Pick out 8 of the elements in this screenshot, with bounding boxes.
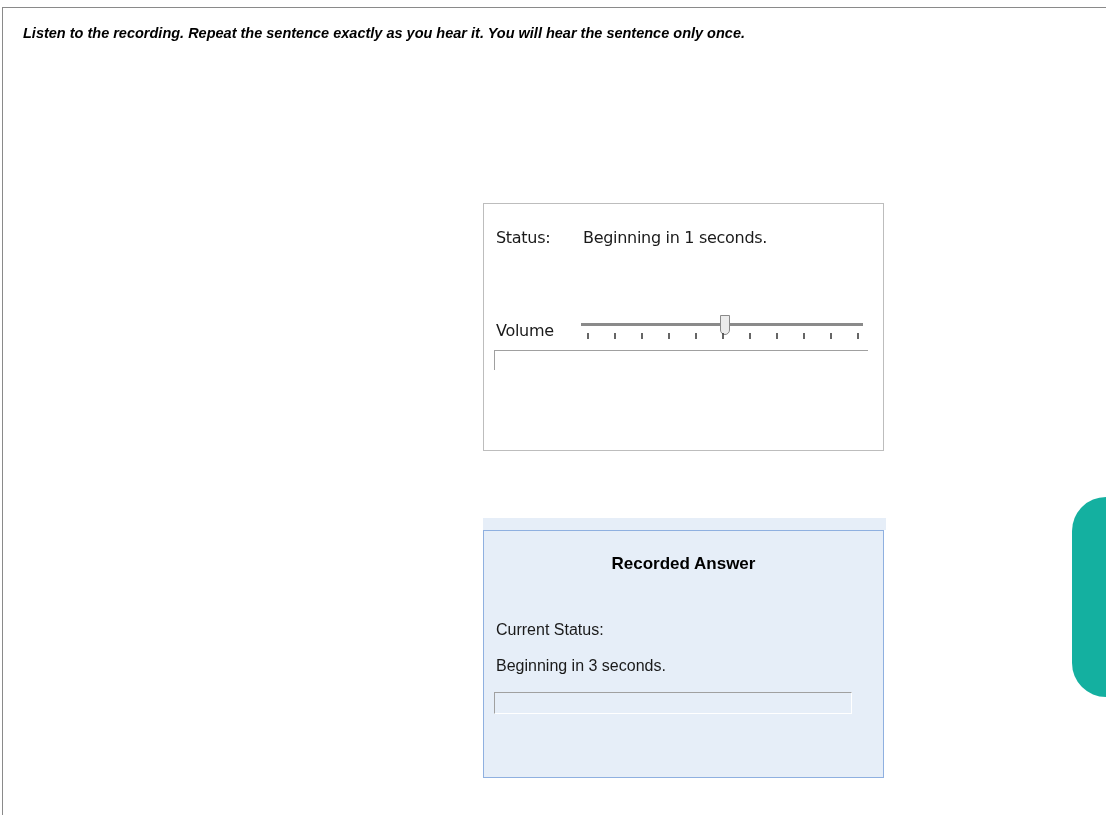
instruction-text: Listen to the recording. Repeat the sentence exactly as you hear it. You will hear the sentence only once. — [23, 24, 746, 43]
status-text: Beginning in 1 seconds. — [583, 226, 768, 249]
status-label: Current Status: — [496, 620, 605, 641]
status-text: Beginning in 3 seconds. — [496, 656, 667, 677]
slider-thumb[interactable] — [719, 314, 730, 335]
status-label: Status: — [496, 226, 552, 249]
volume-label: Volume — [496, 319, 555, 342]
panel-title: Recorded Answer — [611, 553, 756, 573]
